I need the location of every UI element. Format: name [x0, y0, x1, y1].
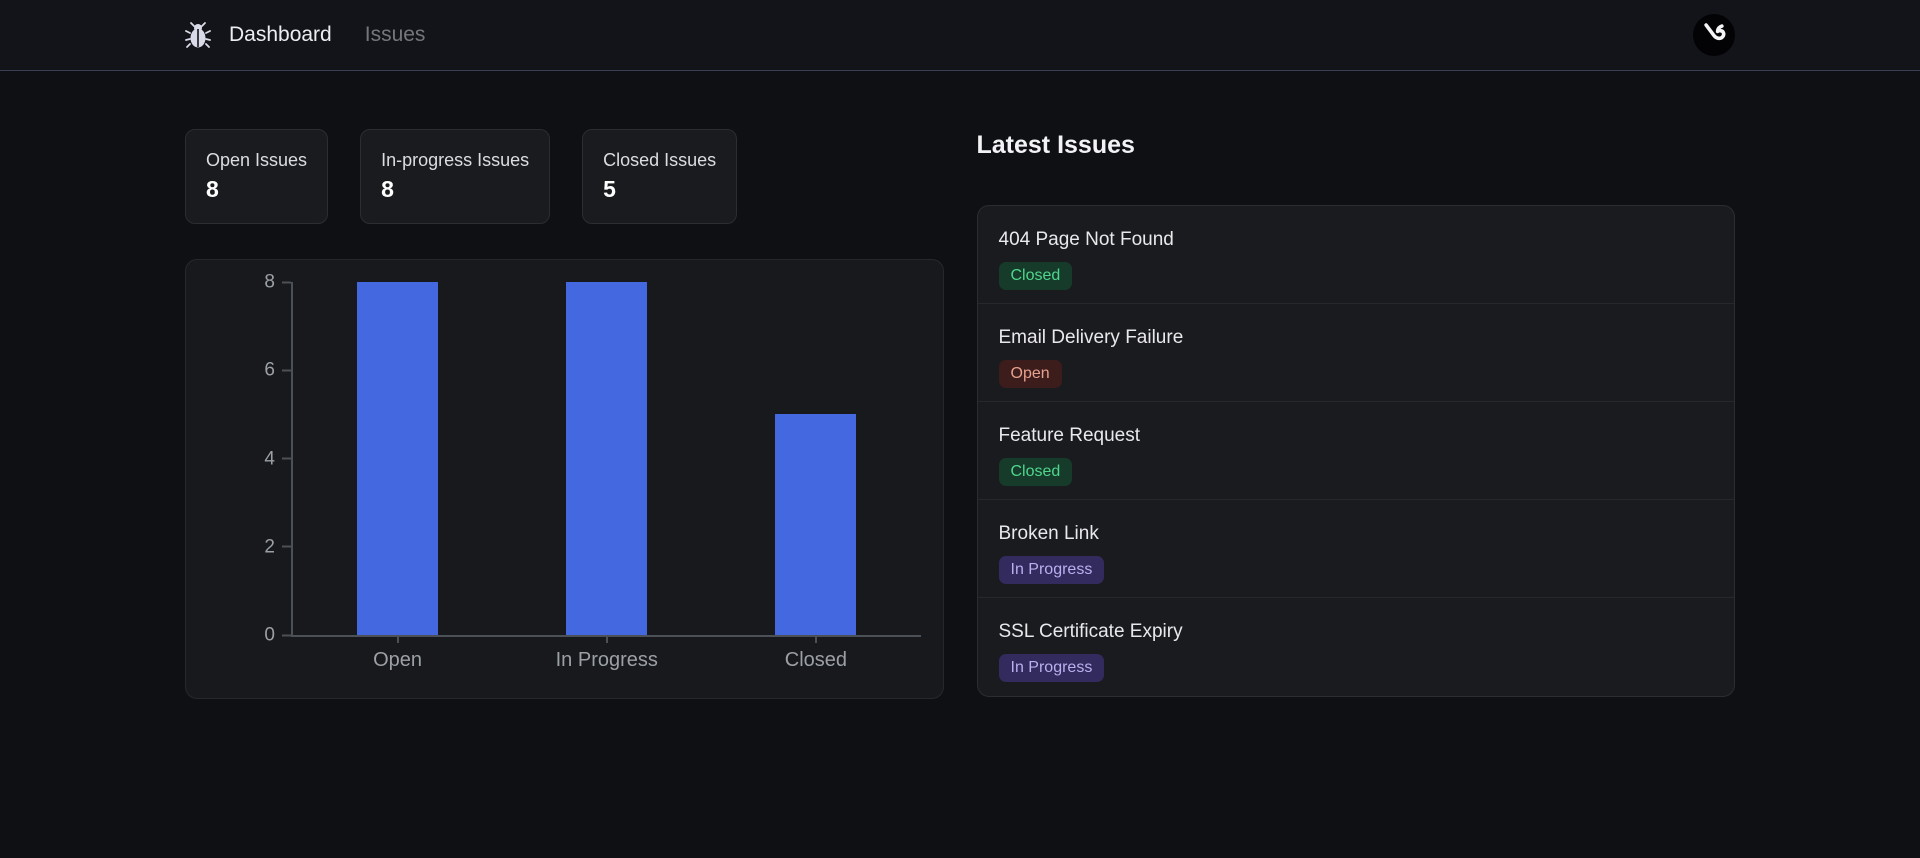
bug-icon — [185, 20, 211, 50]
stat-card-open: Open Issues 8 — [185, 129, 328, 224]
stat-value: 5 — [603, 176, 716, 203]
status-badge: In Progress — [999, 654, 1105, 682]
x-axis-label: Closed — [711, 649, 920, 672]
bar-column: In Progress — [502, 282, 711, 635]
stat-value: 8 — [206, 176, 307, 203]
bar-column: Open — [293, 282, 502, 635]
latest-issues-title: Latest Issues — [977, 131, 1736, 160]
stat-label: Closed Issues — [603, 148, 716, 172]
issue-title: SSL Certificate Expiry — [999, 621, 1714, 643]
x-axis-tick — [815, 635, 817, 643]
latest-issues-panel: Latest Issues 404 Page Not Found Closed … — [977, 129, 1736, 699]
bar-column: Closed — [711, 282, 920, 635]
status-badge: Closed — [999, 458, 1073, 486]
stat-value: 8 — [381, 176, 529, 203]
main-content: Open Issues 8 In-progress Issues 8 Close… — [0, 71, 1920, 699]
list-item[interactable]: Email Delivery Failure Open — [978, 304, 1735, 402]
status-badge: Closed — [999, 262, 1073, 290]
list-item[interactable]: 404 Page Not Found Closed — [978, 206, 1735, 304]
issue-title: Email Delivery Failure — [999, 327, 1714, 349]
y-axis-tick: 4 — [264, 449, 291, 468]
status-badge: In Progress — [999, 556, 1105, 584]
issues-list: 404 Page Not Found Closed Email Delivery… — [977, 205, 1736, 697]
logo-swirl-icon — [1693, 14, 1735, 56]
issue-title: Feature Request — [999, 425, 1714, 447]
x-axis-tick — [397, 635, 399, 643]
navbar: Dashboard Issues — [0, 0, 1920, 71]
bar-chart-columns: OpenIn ProgressClosed — [293, 282, 921, 635]
issue-title: Broken Link — [999, 523, 1714, 545]
stat-card-in-progress: In-progress Issues 8 — [360, 129, 550, 224]
status-badge: Open — [999, 360, 1062, 388]
x-axis-tick — [606, 635, 608, 643]
x-axis-label: In Progress — [502, 649, 711, 672]
stat-label: In-progress Issues — [381, 148, 529, 172]
nav-link-dashboard[interactable]: Dashboard — [229, 23, 332, 47]
bar-chart-plot-area: OpenIn ProgressClosed 02468 — [291, 282, 921, 637]
issues-bar-chart-card: OpenIn ProgressClosed 0 2 4 6 8 — [185, 259, 944, 699]
x-axis-label: Open — [293, 649, 502, 672]
bar-in-progress[interactable] — [566, 282, 647, 635]
list-item[interactable]: SSL Certificate Expiry In Progress — [978, 598, 1735, 696]
list-item[interactable]: Broken Link In Progress — [978, 500, 1735, 598]
avatar-button[interactable] — [1693, 14, 1735, 56]
y-axis-tick: 8 — [264, 273, 291, 292]
y-axis-tick: 0 — [264, 626, 291, 645]
stats-row: Open Issues 8 In-progress Issues 8 Close… — [185, 129, 944, 224]
issue-title: 404 Page Not Found — [999, 229, 1714, 251]
y-axis-tick: 2 — [264, 537, 291, 556]
stat-label: Open Issues — [206, 148, 307, 172]
y-axis-tick: 6 — [264, 361, 291, 380]
stat-card-closed: Closed Issues 5 — [582, 129, 737, 224]
list-item[interactable]: Feature Request Closed — [978, 402, 1735, 500]
dashboard-left-column: Open Issues 8 In-progress Issues 8 Close… — [185, 129, 944, 699]
bar-open[interactable] — [357, 282, 438, 635]
nav-link-issues[interactable]: Issues — [365, 23, 426, 47]
nav-links: Dashboard Issues — [229, 23, 425, 47]
bar-closed[interactable] — [775, 414, 856, 635]
